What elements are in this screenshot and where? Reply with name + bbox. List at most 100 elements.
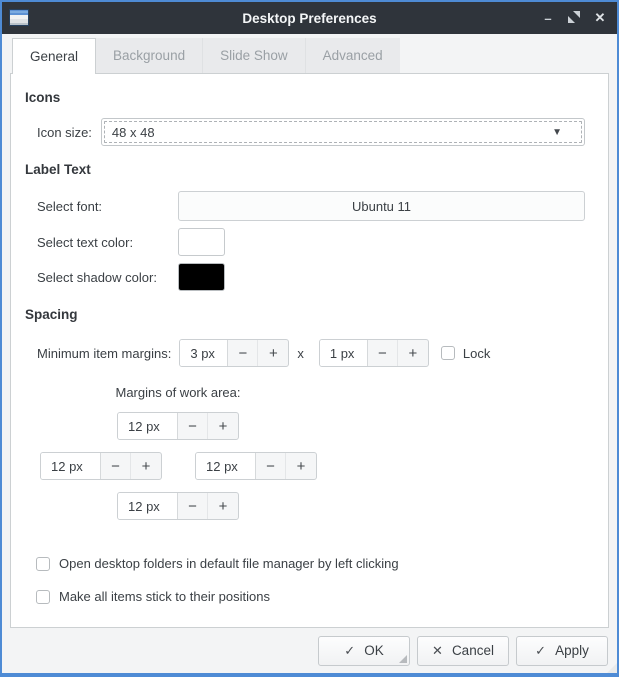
work-area-left-increment-button[interactable]: + xyxy=(131,453,161,479)
work-area-left-decrement-button[interactable]: − xyxy=(101,453,131,479)
cancel-button[interactable]: ✕ Cancel xyxy=(417,636,509,666)
select-font-row: Select font: Ubuntu 11 xyxy=(37,191,585,221)
minus-icon: − xyxy=(238,345,247,362)
shadow-color-row: Select shadow color: xyxy=(37,263,585,291)
tab-background[interactable]: Background xyxy=(96,38,203,73)
select-font-label: Select font: xyxy=(37,199,178,214)
tab-general[interactable]: General xyxy=(12,38,96,74)
plus-icon: + xyxy=(297,458,306,475)
titlebar[interactable]: Desktop Preferences – ✕ xyxy=(2,2,617,34)
resize-grip-icon[interactable] xyxy=(607,663,617,673)
tab-background-label: Background xyxy=(113,48,185,63)
tab-advanced[interactable]: Advanced xyxy=(306,38,400,73)
cross-icon: ✕ xyxy=(432,643,443,659)
axis-separator: x xyxy=(297,346,304,361)
icons-section-header: Icons xyxy=(25,90,608,105)
icon-size-dropdown[interactable]: 48 x 48 ▼ xyxy=(101,118,585,146)
tab-slide-show-label: Slide Show xyxy=(220,48,288,63)
y-margin-value[interactable]: 1 px xyxy=(320,340,368,366)
minus-icon: − xyxy=(111,458,120,475)
window-title: Desktop Preferences xyxy=(2,11,617,26)
work-area-top-value[interactable]: 12 px xyxy=(118,413,178,439)
work-area-bottom-increment-button[interactable]: + xyxy=(208,493,238,519)
tab-general-label: General xyxy=(30,49,78,64)
minus-icon: − xyxy=(266,458,275,475)
minus-icon: − xyxy=(188,498,197,515)
x-margin-spinbox: 3 px − + xyxy=(179,339,289,367)
minimize-icon: – xyxy=(544,11,551,26)
check-icon: ✓ xyxy=(344,643,355,659)
work-area-left-value[interactable]: 12 px xyxy=(41,453,101,479)
x-margin-increment-button[interactable]: + xyxy=(258,340,288,366)
open-folders-label: Open desktop folders in default file man… xyxy=(59,556,399,571)
icon-size-value: 48 x 48 xyxy=(112,125,155,140)
label-text-section-header: Label Text xyxy=(25,162,608,177)
dialog-action-area: ✓ OK ✕ Cancel ✓ Apply xyxy=(2,628,617,673)
lock-checkbox[interactable] xyxy=(441,346,455,360)
restore-icon xyxy=(568,11,580,26)
work-area-left-spinbox: 12 px − + xyxy=(40,452,162,480)
work-area-bottom-value[interactable]: 12 px xyxy=(118,493,178,519)
ok-button-label: OK xyxy=(364,643,384,658)
icon-size-label: Icon size: xyxy=(37,125,92,140)
font-value: Ubuntu 11 xyxy=(352,199,411,214)
shadow-color-swatch-button[interactable] xyxy=(178,263,225,291)
minus-icon: − xyxy=(378,345,387,362)
spacing-section-header: Spacing xyxy=(25,307,608,322)
cancel-button-label: Cancel xyxy=(452,643,494,658)
work-area-right-increment-button[interactable]: + xyxy=(286,453,316,479)
apply-button[interactable]: ✓ Apply xyxy=(516,636,608,666)
lock-label: Lock xyxy=(463,346,490,361)
icon-size-row: Icon size: 48 x 48 ▼ xyxy=(37,118,585,146)
tab-advanced-label: Advanced xyxy=(323,48,383,63)
desktop-preferences-window: Desktop Preferences – ✕ General xyxy=(0,0,619,677)
work-area-top-decrement-button[interactable]: − xyxy=(178,413,208,439)
x-margin-value[interactable]: 3 px xyxy=(180,340,228,366)
stick-items-label: Make all items stick to their positions xyxy=(59,589,270,604)
stick-items-checkbox[interactable] xyxy=(36,590,50,604)
lock-option: Lock xyxy=(441,346,490,361)
shadow-color-label: Select shadow color: xyxy=(37,270,178,285)
plus-icon: + xyxy=(142,458,151,475)
ok-button[interactable]: ✓ OK xyxy=(318,636,410,666)
minimize-button[interactable]: – xyxy=(537,7,559,29)
text-color-label: Select text color: xyxy=(37,235,178,250)
chevron-down-icon: ▼ xyxy=(552,127,562,138)
option-stick-items-row: Make all items stick to their positions xyxy=(36,589,608,604)
check-icon: ✓ xyxy=(535,643,546,659)
window-controls: – ✕ xyxy=(537,2,611,34)
y-margin-decrement-button[interactable]: − xyxy=(368,340,398,366)
close-icon: ✕ xyxy=(595,10,606,26)
work-area-right-decrement-button[interactable]: − xyxy=(256,453,286,479)
minus-icon: − xyxy=(188,418,197,435)
minimum-item-margins-label: Minimum item margins: xyxy=(37,346,171,361)
work-area-top-increment-button[interactable]: + xyxy=(208,413,238,439)
restore-button[interactable] xyxy=(563,7,585,29)
work-area-bottom-spinbox: 12 px − + xyxy=(117,492,239,520)
corner-grip-icon xyxy=(399,655,407,663)
plus-icon: + xyxy=(269,345,278,362)
plus-icon: + xyxy=(408,345,417,362)
open-folders-checkbox[interactable] xyxy=(36,557,50,571)
tab-slide-show[interactable]: Slide Show xyxy=(203,38,306,73)
plus-icon: + xyxy=(219,498,228,515)
tab-bar: General Background Slide Show Advanced xyxy=(10,34,609,73)
work-area-label: Margins of work area: xyxy=(116,385,241,400)
work-area-bottom-decrement-button[interactable]: − xyxy=(178,493,208,519)
font-picker-button[interactable]: Ubuntu 11 xyxy=(178,191,585,221)
y-margin-spinbox: 1 px − + xyxy=(319,339,429,367)
minimum-item-margins-row: Minimum item margins: 3 px − + x 1 px − … xyxy=(37,339,585,367)
text-color-swatch-button[interactable] xyxy=(178,228,225,256)
y-margin-increment-button[interactable]: + xyxy=(398,340,428,366)
apply-button-label: Apply xyxy=(555,643,589,658)
work-area-right-value[interactable]: 12 px xyxy=(196,453,256,479)
work-area-top-spinbox: 12 px − + xyxy=(117,412,239,440)
work-area-margins-group: Margins of work area: 12 px − + 12 px − … xyxy=(11,383,608,529)
text-color-row: Select text color: xyxy=(37,228,585,256)
x-margin-decrement-button[interactable]: − xyxy=(228,340,258,366)
close-button[interactable]: ✕ xyxy=(589,7,611,29)
plus-icon: + xyxy=(219,418,228,435)
work-area-right-spinbox: 12 px − + xyxy=(195,452,317,480)
option-open-folders-row: Open desktop folders in default file man… xyxy=(36,556,608,571)
general-tab-panel: Icons Icon size: 48 x 48 ▼ Label Text Se… xyxy=(10,73,609,628)
